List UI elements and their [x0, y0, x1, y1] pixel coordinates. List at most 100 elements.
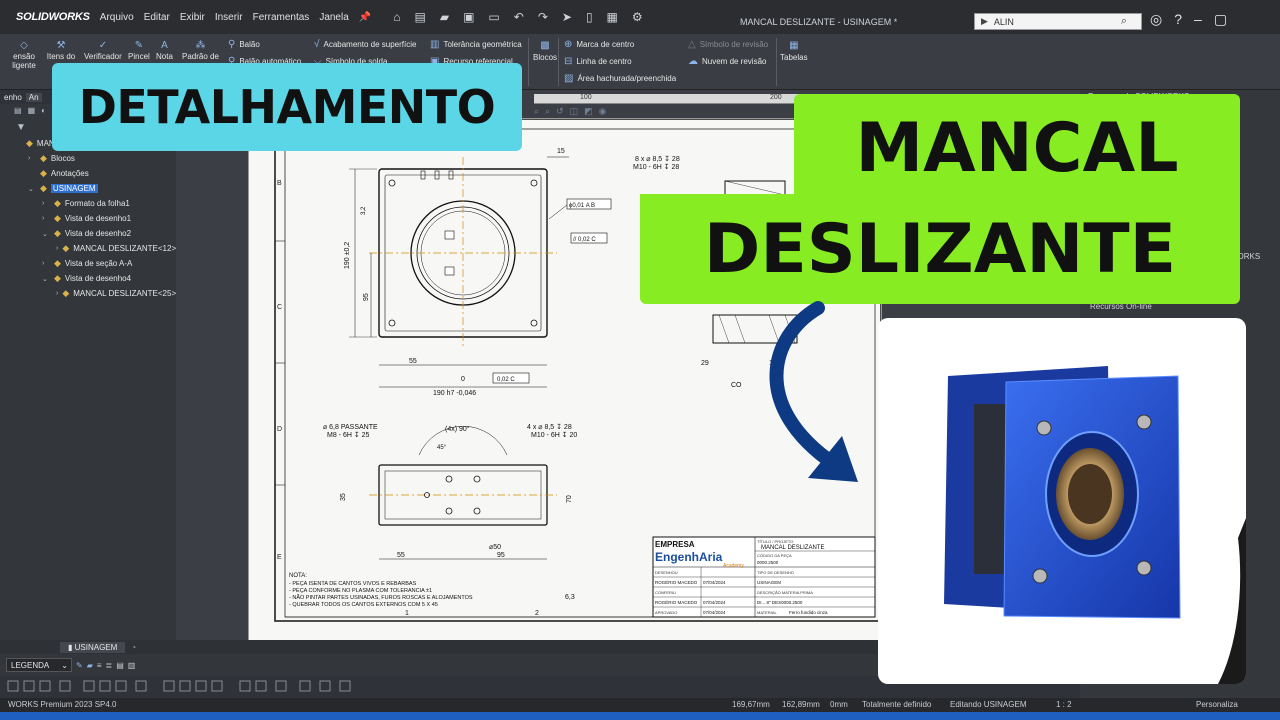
company-label: EMPRESA — [655, 540, 695, 549]
menu-inserir[interactable]: Inserir — [215, 12, 243, 23]
save-icon[interactable]: ▣ — [463, 10, 474, 24]
pin-icon[interactable]: 📌 — [359, 12, 371, 23]
status-defined: Totalmente definido — [862, 700, 932, 709]
home-icon[interactable]: ⌂ — [393, 10, 400, 24]
minimize-icon[interactable]: – — [1194, 11, 1202, 28]
sheet-tab-usinagem[interactable]: ▮ USINAGEM — [60, 641, 126, 653]
tree-item[interactable]: ⌄ ◆ Vista de desenho2 — [0, 226, 176, 241]
chevron-down-icon: ⌄ — [61, 660, 68, 670]
search-input[interactable]: ▶ ALIN ⌕ — [974, 13, 1142, 30]
hide-show-icon[interactable]: ◉ — [599, 106, 607, 118]
smart-dimension-button[interactable]: ◇ ensão ligente — [4, 40, 44, 70]
line-style-icon[interactable]: ≣ — [106, 661, 113, 670]
tb-field-label: DESCRIÇÃO MATERIA PRIMA — [757, 590, 813, 595]
format-painter-button[interactable]: ✎ Pincel — [128, 40, 150, 61]
layer-select[interactable]: LEGENDA ⌄ — [6, 658, 72, 672]
expand-arrow-icon[interactable]: › — [42, 215, 50, 222]
tree-item[interactable]: › ◆ MANCAL DESLIZANTE<25> — [0, 286, 176, 301]
help-icon[interactable]: ? — [1174, 11, 1182, 28]
tb-material: Ferro fundido cinza — [789, 610, 828, 615]
previous-view-icon[interactable]: ↺ — [556, 106, 564, 118]
hatch-fill-button[interactable]: ▨ Área hachurada/preenchida — [564, 73, 676, 84]
file-properties-icon[interactable]: ▦ — [607, 10, 618, 24]
section-view-icon[interactable]: ◫ — [570, 106, 579, 118]
revision-cloud-button[interactable]: ☁ Nuvem de revisão — [688, 56, 766, 67]
menu-janela[interactable]: Janela — [319, 12, 348, 23]
menu-editar[interactable]: Editar — [144, 12, 170, 23]
property-manager-icon[interactable]: ▦ — [28, 106, 36, 118]
open-folder-icon[interactable]: ▰ — [440, 10, 449, 24]
hole — [445, 507, 453, 515]
expand-arrow-icon[interactable]: › — [28, 155, 36, 162]
dim-55: 55 — [409, 358, 417, 365]
config-manager-icon[interactable]: ◐ — [41, 106, 46, 118]
company-logo-sub: Academy — [723, 563, 744, 569]
print-icon[interactable]: ▭ — [488, 10, 499, 24]
expand-arrow-icon[interactable]: › — [56, 245, 58, 252]
options-gear-icon[interactable]: ⚙ — [632, 10, 643, 24]
expand-arrow-icon[interactable]: ⌄ — [28, 185, 36, 193]
menu-arquivo[interactable]: Arquivo — [100, 12, 134, 23]
tree-item[interactable]: › ◆ Formato da folha1 — [0, 196, 176, 211]
display-style-icon[interactable]: ◩ — [584, 106, 593, 118]
redo-icon[interactable]: ↷ — [538, 10, 548, 24]
search-icon[interactable]: ⌕ — [1121, 15, 1127, 28]
revision-symbol-button[interactable]: △ Símbolo de revisão — [688, 39, 768, 50]
maximize-icon[interactable]: ▢ — [1214, 11, 1227, 28]
select-pointer-icon[interactable]: ➤ — [562, 10, 572, 24]
status-bar: WORKS Premium 2023 SP4.0 169,67mm 162,89… — [0, 698, 1280, 712]
expand-arrow-icon[interactable]: ⌄ — [42, 275, 50, 283]
tree-item-label: Formato da folha1 — [64, 199, 130, 208]
tree-item[interactable]: ⌄ ◆ USINAGEM — [0, 181, 176, 196]
spell-checker-label: Verificador — [84, 52, 122, 61]
feature-tree-icon[interactable]: ▤ — [14, 106, 22, 118]
line-thickness-icon[interactable]: ≡ — [97, 661, 102, 670]
geometric-tolerance-button[interactable]: ▥ Tolerância geométrica — [430, 39, 522, 50]
new-document-icon[interactable]: ▤ — [414, 10, 425, 24]
zone-letter: B — [277, 180, 282, 187]
zoom-area-icon[interactable]: ⌕ — [545, 106, 550, 118]
center-mark-button[interactable]: ⊕ Marca de centro — [564, 39, 634, 50]
hole-callout: ⌀ 6,8 PASSANTE — [323, 424, 378, 431]
tree-item-label: Vista de seção A-A — [64, 259, 133, 268]
layer-properties-icon[interactable]: ✎ — [76, 661, 83, 670]
bottom-view[interactable]: ⌀ 6,8 PASSANTE M8 - 6H ↧ 25 (4x) 90° 45°… — [323, 423, 577, 560]
tb-field-label: TÍTULO / PROJETO — [757, 539, 793, 544]
hide-edge-icon[interactable]: ▤ — [116, 661, 124, 670]
expand-arrow-icon[interactable]: ⌄ — [42, 230, 50, 238]
linear-pattern-button[interactable]: ⁂ Padrão de — [182, 40, 219, 61]
tree-item[interactable]: › ◆ MANCAL DESLIZANTE<12> — [0, 241, 176, 256]
zoom-fit-icon[interactable]: ⌕ — [534, 106, 539, 118]
tree-item[interactable]: ⌄ ◆ Vista de desenho4 — [0, 271, 176, 286]
status-scale[interactable]: 1 : 2 — [1056, 700, 1072, 709]
title-block[interactable]: EMPRESA EngenhAria Academy TÍTULO / PROJ… — [652, 536, 876, 618]
tab-anotacao[interactable]: An — [25, 92, 42, 102]
line-color-icon[interactable]: ▰ — [87, 661, 93, 670]
expand-arrow-icon[interactable]: › — [56, 290, 58, 297]
surface-finish-button[interactable]: √ Acabamento de superfície — [314, 39, 416, 50]
user-icon[interactable]: ◎ — [1150, 11, 1162, 28]
expand-arrow-icon[interactable]: › — [42, 200, 50, 207]
tree-item[interactable]: ◆ Anotações — [0, 166, 176, 181]
tab-desenho[interactable]: enho — [4, 93, 22, 102]
tables-button[interactable]: ▦ Tabelas — [780, 40, 808, 62]
spell-checker-button[interactable]: ✓ Verificador — [84, 40, 122, 61]
tree-item[interactable]: › ◆ Vista de desenho1 — [0, 211, 176, 226]
front-view[interactable]: 190 ±0,2 95 3,2 15 55 0 190 h7 -0,046 0,… — [344, 148, 612, 397]
status-customize[interactable]: Personaliza — [1196, 700, 1238, 709]
blocks-button[interactable]: ▩ Blocos — [533, 40, 557, 62]
traffic-light-icon[interactable]: ▯ — [586, 10, 593, 24]
menu-ferramentas[interactable]: Ferramentas — [253, 12, 310, 23]
menu-exibir[interactable]: Exibir — [180, 12, 205, 23]
note-button[interactable]: A Nota — [156, 40, 173, 61]
undo-icon[interactable]: ↶ — [514, 10, 524, 24]
balloon-button[interactable]: ⚲ Balão — [228, 39, 260, 50]
add-sheet-icon[interactable]: ◔ — [131, 643, 136, 652]
expand-arrow-icon[interactable]: › — [42, 260, 50, 267]
centerline-button[interactable]: ⊟ Linha de centro — [564, 56, 632, 67]
balloon-icon: ⚲ — [228, 39, 236, 50]
tree-item-label: Blocos — [50, 154, 75, 163]
color-display-icon[interactable]: ▥ — [128, 661, 136, 670]
tree-item[interactable]: › ◆ Blocos — [0, 151, 176, 166]
tree-item[interactable]: › ◆ Vista de seção A-A — [0, 256, 176, 271]
